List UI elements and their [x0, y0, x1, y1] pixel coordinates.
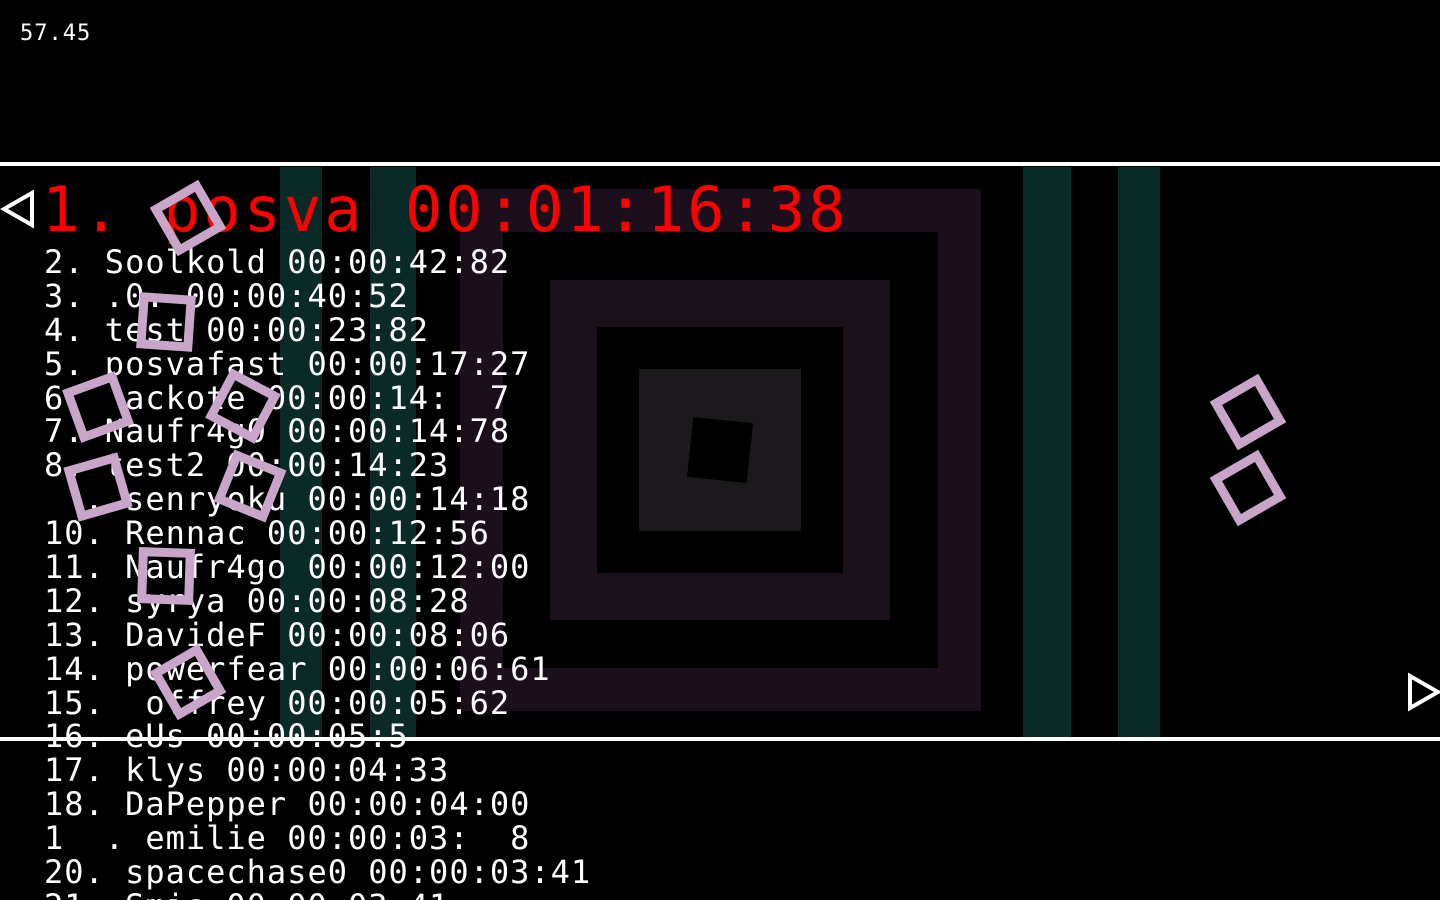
leaderboard-row: 14. powerfear 00:00:06:61 [44, 649, 551, 688]
leaderboard-row: 15. offrey 00:00:05:62 [44, 683, 511, 722]
leaderboard-row: 20. spacechase0 00:00:03:41 [44, 853, 592, 892]
previous-page-arrow[interactable] [0, 189, 40, 229]
fps-counter: 57.45 [20, 21, 92, 46]
top-divider [0, 162, 1440, 166]
rock-square [136, 292, 196, 352]
leaderboard-row: 17. klys 00:00:04:33 [44, 751, 450, 790]
leaderboard-list: 2. Soolkold 00:00:42:82 3. .0. 00:00:40:… [44, 243, 592, 900]
right-triangle-icon [1408, 672, 1440, 712]
rock-square [137, 547, 195, 605]
teal-bar-3 [1023, 167, 1071, 738]
leaderboard-row: 10. Rennac 00:00:12:56 [44, 514, 490, 553]
leaderboard-row: 8. test2 00:00:14:23 [44, 446, 450, 485]
leaderboard-row: 2. Soolkold 00:00:42:82 [44, 243, 511, 281]
game-screen: 57.45 1. posva 00:01:16:38 2. Soolkold 0… [0, 0, 1440, 900]
leaderboard-row: 13. DavideF 00:00:08:06 [44, 615, 511, 654]
tunnel-core [687, 417, 753, 483]
next-page-arrow[interactable] [1402, 672, 1440, 712]
leaderboard-row: 4. test 00:00:23:82 [44, 310, 430, 349]
leaderboard-row: 21. Smis 00:00:03:41 [44, 889, 591, 900]
leaderboard-row: 16. eUs 00:00:05:5 [44, 717, 409, 756]
left-triangle-icon [0, 189, 34, 229]
teal-bar-4 [1118, 167, 1160, 738]
leaderboard-row: 18. DaPepper 00:00:04:00 [44, 785, 531, 824]
leaderboard-row: 1 . emilie 00:00:03: 8 [44, 819, 531, 858]
leaderboard-row: 11. Naufr4go 00:00:12:00 [44, 548, 531, 587]
leaderboard-row: 12. syrya 00:00:08:28 [44, 581, 470, 620]
leaderboard-row: 5. posvafast 00:00:17:27 [44, 344, 531, 383]
leaderboard-row: 3. .0. 00:00:40:52 [44, 276, 409, 315]
